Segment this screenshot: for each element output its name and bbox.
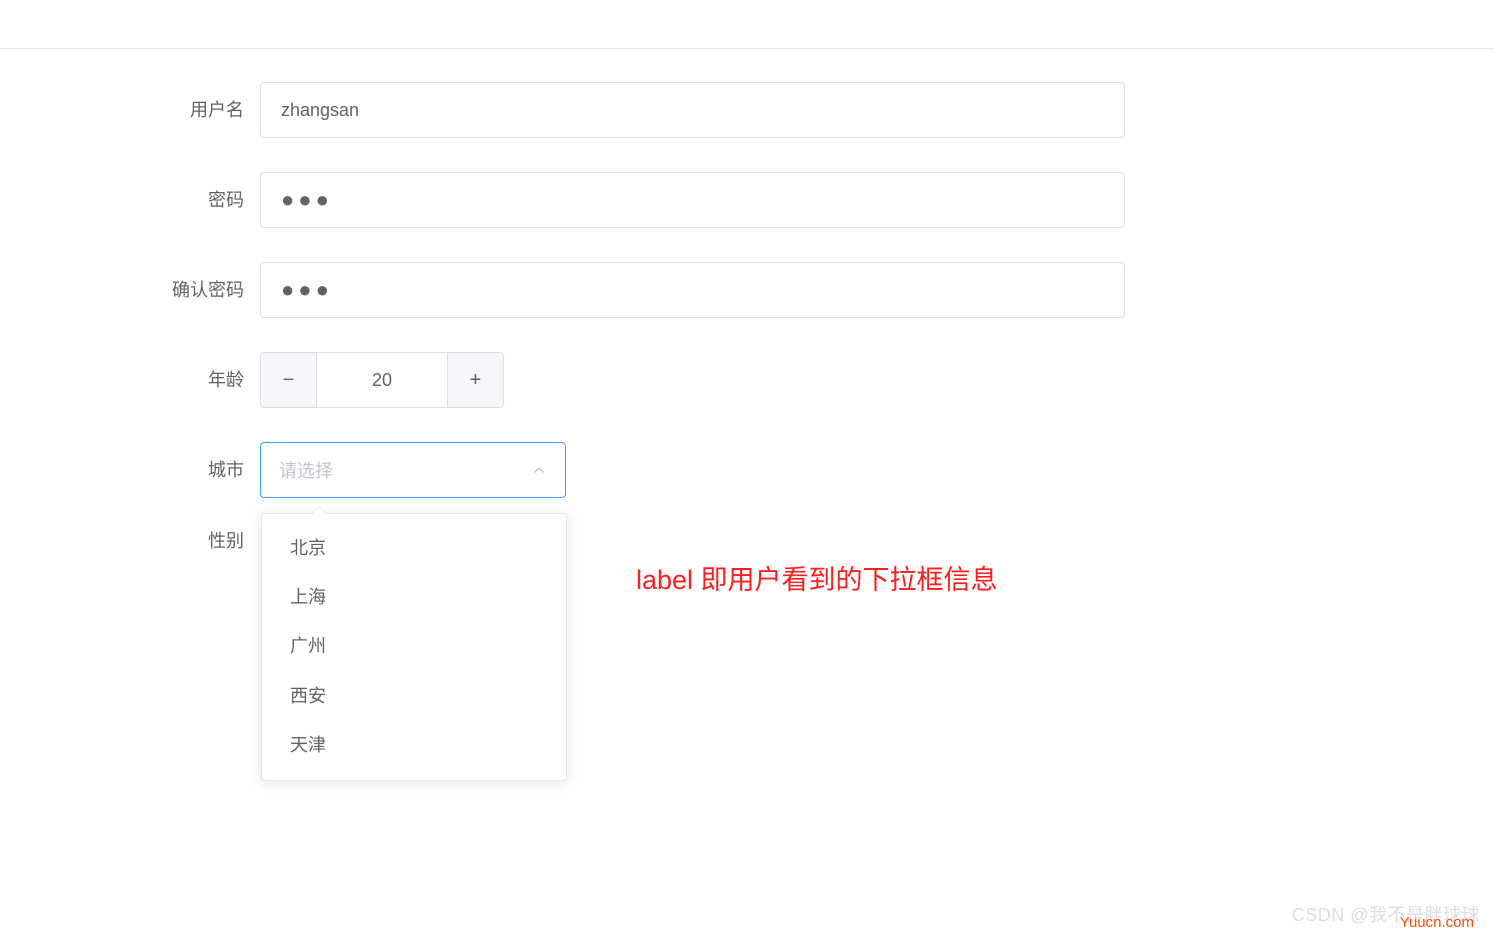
password-value-masked: ●●●	[281, 189, 333, 211]
page-root: 用户名 zhangsan 密码 ●●● 确认密码 ●●●	[0, 0, 1494, 949]
row-age: 年龄 − 20 +	[130, 352, 1364, 408]
chevron-up-icon	[531, 462, 547, 478]
city-dropdown: 北京 上海 广州 西安 天津	[261, 513, 567, 781]
watermark-site: Yuucn.com	[1400, 914, 1474, 931]
city-option-guangzhou[interactable]: 广州	[262, 622, 566, 671]
password-input[interactable]: ●●●	[260, 172, 1125, 228]
row-confirm-password: 确认密码 ●●●	[130, 262, 1364, 318]
control-confirm-password: ●●●	[260, 262, 1364, 318]
control-username: zhangsan	[260, 82, 1364, 138]
plus-icon: +	[470, 369, 482, 392]
age-increase-button[interactable]: +	[447, 353, 503, 407]
city-option-beijing[interactable]: 北京	[262, 524, 566, 573]
username-input[interactable]: zhangsan	[260, 82, 1125, 138]
age-stepper: − 20 +	[260, 352, 504, 408]
label-confirm-password: 确认密码	[130, 281, 260, 299]
control-city: 请选择 北京 上海 广州 西安 天津	[260, 442, 1364, 498]
confirm-password-value-masked: ●●●	[281, 279, 333, 301]
city-option-tianjin[interactable]: 天津	[262, 721, 566, 770]
age-decrease-button[interactable]: −	[261, 353, 317, 407]
annotation-text: label 即用户看到的下拉框信息	[636, 558, 998, 597]
row-city: 城市 请选择 北京 上海 广州 西安 天津	[130, 442, 1364, 498]
divider	[0, 48, 1494, 49]
city-select-placeholder: 请选择	[279, 457, 531, 483]
confirm-password-input[interactable]: ●●●	[260, 262, 1125, 318]
user-form: 用户名 zhangsan 密码 ●●● 确认密码 ●●●	[130, 82, 1364, 584]
row-username: 用户名 zhangsan	[130, 82, 1364, 138]
city-option-shanghai[interactable]: 上海	[262, 573, 566, 622]
label-age: 年龄	[130, 371, 260, 389]
label-gender: 性别	[130, 532, 260, 550]
label-password: 密码	[130, 191, 260, 209]
label-city: 城市	[130, 461, 260, 479]
username-value: zhangsan	[281, 100, 359, 121]
city-select[interactable]: 请选择 北京 上海 广州 西安 天津	[260, 442, 566, 498]
control-age: − 20 +	[260, 352, 1364, 408]
age-input[interactable]: 20	[317, 353, 447, 407]
minus-icon: −	[283, 369, 295, 392]
control-password: ●●●	[260, 172, 1364, 228]
row-password: 密码 ●●●	[130, 172, 1364, 228]
age-value: 20	[372, 370, 392, 391]
city-option-xian[interactable]: 西安	[262, 672, 566, 721]
label-username: 用户名	[130, 101, 260, 119]
